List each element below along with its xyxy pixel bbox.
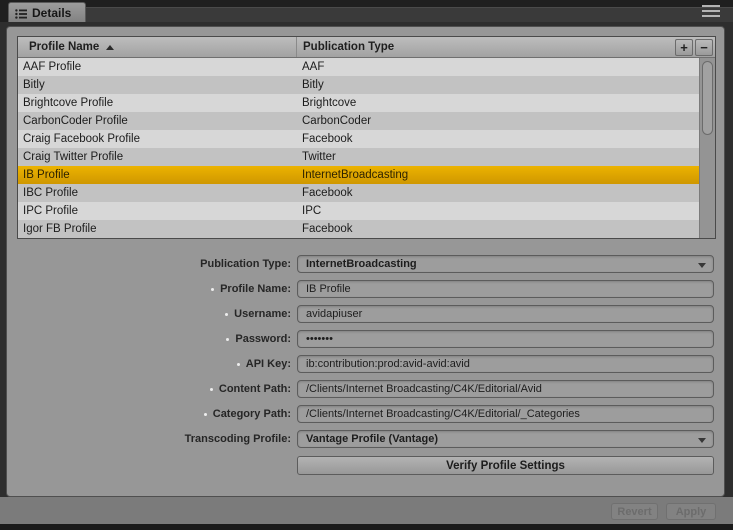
required-indicator <box>210 388 213 391</box>
publication-type-cell: Twitter <box>296 151 699 163</box>
form-row: Password: <box>17 330 714 348</box>
publication-type-cell: Brightcove <box>296 97 699 109</box>
column-header-publication-type[interactable]: Publication Type <box>296 37 675 57</box>
publication-type-cell: Facebook <box>296 223 699 235</box>
tab-details[interactable]: Details <box>8 2 86 22</box>
chevron-down-icon <box>698 263 706 268</box>
add-profile-button[interactable]: + <box>675 39 693 56</box>
publication-type-cell: InternetBroadcasting <box>296 169 699 181</box>
required-indicator <box>226 338 229 341</box>
profile-form: Publication Type: InternetBroadcasting Pro… <box>17 255 714 448</box>
profile-name-cell: Brightcove Profile <box>18 97 296 109</box>
sort-asc-icon <box>106 45 114 50</box>
table-row[interactable]: Igor FB ProfileFacebook <box>18 220 699 238</box>
remove-profile-button[interactable]: − <box>695 39 713 56</box>
table-row[interactable]: AAF ProfileAAF <box>18 58 699 76</box>
password-label: Password: <box>17 333 291 345</box>
profile-name-cell: IB Profile <box>18 169 296 181</box>
footer-bar: Revert Apply <box>0 497 733 524</box>
publication-type-cell: CarbonCoder <box>296 115 699 127</box>
chevron-down-icon <box>698 438 706 443</box>
form-row: Category Path: <box>17 405 714 423</box>
form-row: Profile Name: <box>17 280 714 298</box>
column-header-profile-name[interactable]: Profile Name <box>18 37 296 57</box>
apply-button[interactable]: Apply <box>666 503 716 520</box>
profile-name-cell: AAF Profile <box>18 61 296 73</box>
tab-bar: Details <box>0 0 733 22</box>
form-row: Publication Type: InternetBroadcasting <box>17 255 714 273</box>
publication-type-cell: AAF <box>296 61 699 73</box>
verify-row: Verify Profile Settings <box>17 456 714 475</box>
content-path-field[interactable] <box>297 380 714 398</box>
api-key-label: API Key: <box>17 358 291 370</box>
profile-name-label: Profile Name: <box>17 283 291 295</box>
publication-type-cell: IPC <box>296 205 699 217</box>
required-indicator <box>204 413 207 416</box>
required-indicator <box>211 288 214 291</box>
table-row[interactable]: BitlyBitly <box>18 76 699 94</box>
transcoding-profile-label: Transcoding Profile: <box>17 433 291 445</box>
category-path-label: Category Path: <box>17 408 291 420</box>
revert-button[interactable]: Revert <box>611 503 658 520</box>
form-row: API Key: <box>17 355 714 373</box>
form-row: Transcoding Profile: Vantage Profile (Van… <box>17 430 714 448</box>
required-indicator <box>225 313 228 316</box>
publication-type-dropdown[interactable]: InternetBroadcasting <box>297 255 714 273</box>
table-row[interactable]: IB ProfileInternetBroadcasting <box>18 166 699 184</box>
profile-name-cell: Craig Twitter Profile <box>18 151 296 163</box>
profile-name-cell: Bitly <box>18 79 296 91</box>
form-row: Username: <box>17 305 714 323</box>
profile-name-field[interactable] <box>297 280 714 298</box>
profile-name-cell: IPC Profile <box>18 205 296 217</box>
required-indicator <box>237 363 240 366</box>
content-path-label: Content Path: <box>17 383 291 395</box>
table-row[interactable]: IBC ProfileFacebook <box>18 184 699 202</box>
transcoding-profile-dropdown[interactable]: Vantage Profile (Vantage) <box>297 430 714 448</box>
publication-type-cell: Facebook <box>296 187 699 199</box>
table-row[interactable]: IPC ProfileIPC <box>18 202 699 220</box>
profile-name-cell: Craig Facebook Profile <box>18 133 296 145</box>
publication-type-cell: Facebook <box>296 133 699 145</box>
password-field[interactable] <box>297 330 714 348</box>
profile-name-cell: IBC Profile <box>18 187 296 199</box>
api-key-field[interactable] <box>297 355 714 373</box>
table-header: Profile Name Publication Type + − <box>18 37 715 58</box>
table-row[interactable]: Craig Facebook ProfileFacebook <box>18 130 699 148</box>
vertical-scrollbar[interactable] <box>699 58 715 238</box>
profile-name-cell: CarbonCoder Profile <box>18 115 296 127</box>
username-label: Username: <box>17 308 291 320</box>
details-panel: Profile Name Publication Type + − AAF Pr… <box>6 26 725 497</box>
table-row[interactable]: Craig Twitter ProfileTwitter <box>18 148 699 166</box>
profile-name-cell: Igor FB Profile <box>18 223 296 235</box>
publication-type-label: Publication Type: <box>17 258 291 270</box>
hamburger-menu-icon[interactable] <box>702 5 720 17</box>
publication-type-cell: Bitly <box>296 79 699 91</box>
tab-label: Details <box>32 6 71 20</box>
profiles-table: Profile Name Publication Type + − AAF Pr… <box>17 36 716 239</box>
username-field[interactable] <box>297 305 714 323</box>
table-row[interactable]: CarbonCoder ProfileCarbonCoder <box>18 112 699 130</box>
verify-profile-settings-button[interactable]: Verify Profile Settings <box>297 456 714 475</box>
tab-strip <box>86 7 733 22</box>
table-row[interactable]: Brightcove ProfileBrightcove <box>18 94 699 112</box>
form-row: Content Path: <box>17 380 714 398</box>
table-body: AAF ProfileAAFBitlyBitlyBrightcove Profi… <box>18 58 699 238</box>
window-bottom-edge <box>0 524 733 530</box>
scrollbar-thumb[interactable] <box>702 61 713 135</box>
category-path-field[interactable] <box>297 405 714 423</box>
list-icon <box>15 8 27 18</box>
